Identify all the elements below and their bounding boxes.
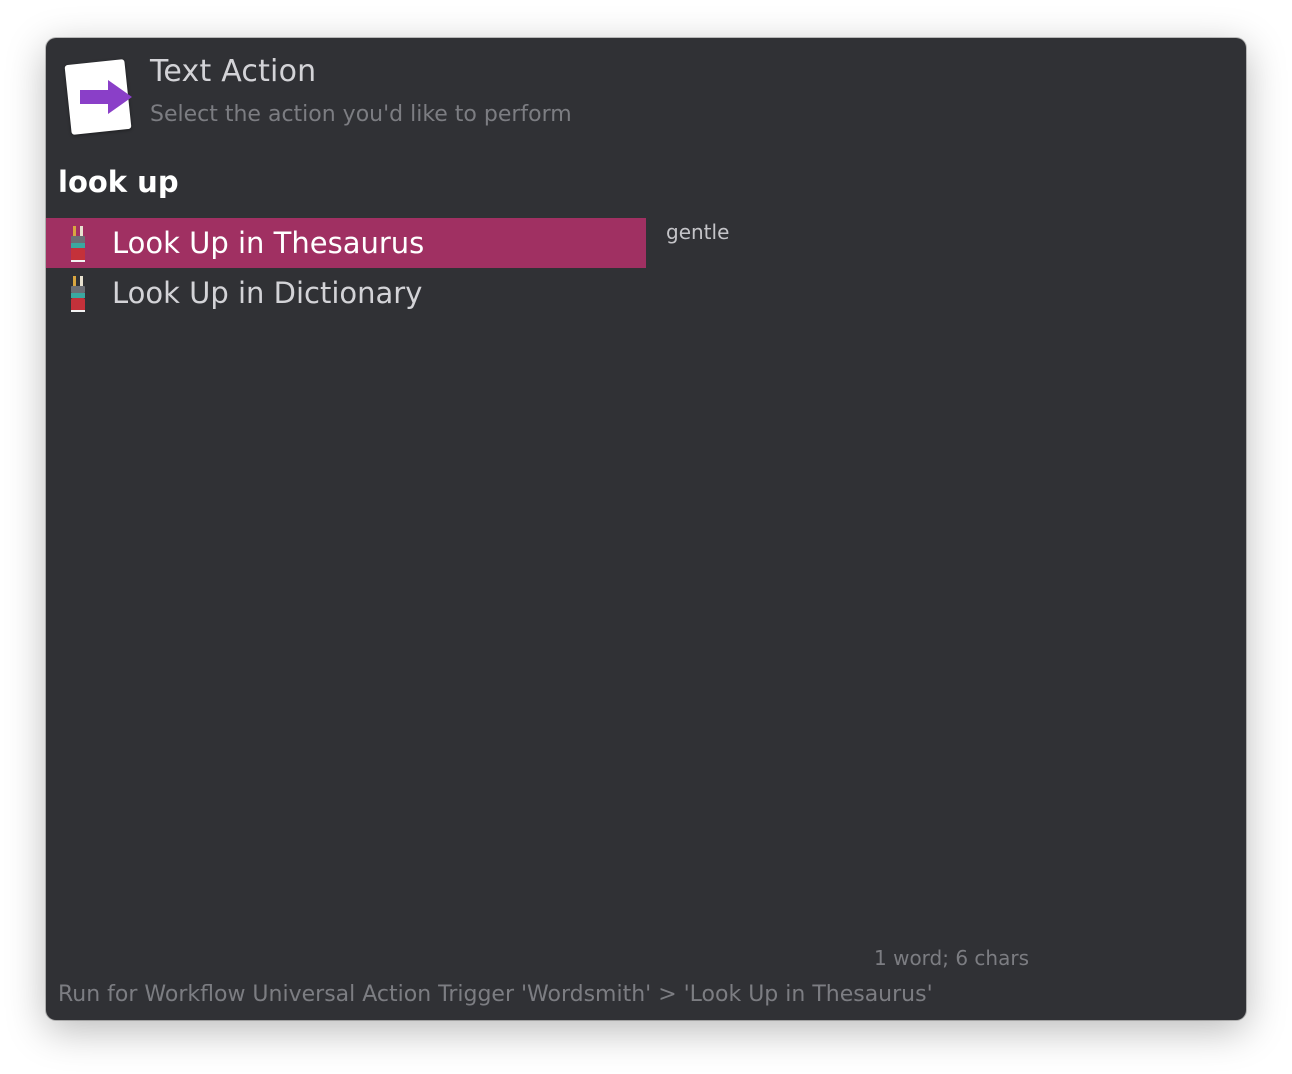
window-title: Text Action [150, 54, 317, 89]
result-label: Look Up in Dictionary [112, 276, 423, 310]
wordsmith-pen-icon [71, 226, 85, 262]
result-item-look-up-thesaurus[interactable]: Look Up in Thesaurus [46, 218, 646, 268]
result-item-look-up-dictionary[interactable]: Look Up in Dictionary [46, 268, 646, 318]
right-arrow-icon [80, 80, 132, 114]
status-bar: Run for Workflow Universal Action Trigge… [58, 982, 933, 1007]
wordsmith-pen-icon [71, 276, 85, 312]
window-subtitle: Select the action you'd like to perform [150, 102, 572, 127]
preview-text: gentle [666, 220, 730, 244]
text-stats: 1 word; 6 chars [874, 946, 1029, 970]
result-label: Look Up in Thesaurus [112, 226, 425, 260]
text-action-icon [64, 59, 132, 135]
alfred-window: Text Action Select the action you'd like… [46, 38, 1246, 1020]
results-list: Look Up in Thesaurus Look Up in Dictiona… [46, 218, 646, 318]
search-input[interactable] [58, 162, 658, 202]
